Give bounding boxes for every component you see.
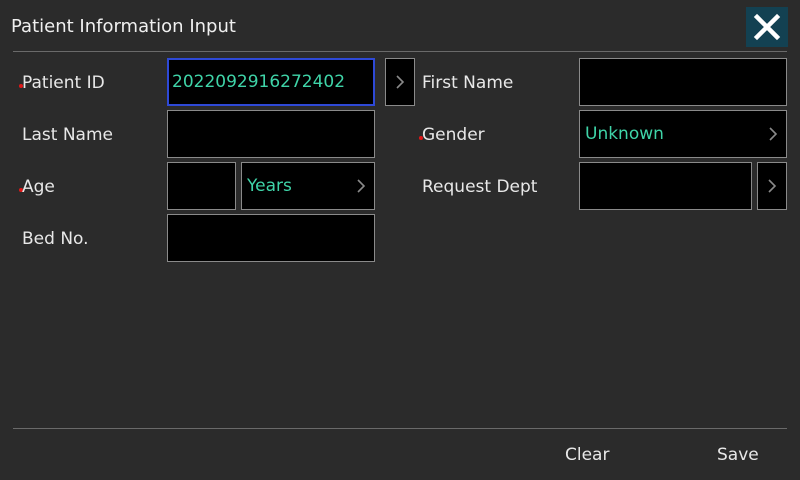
- patient-id-input[interactable]: 2022092916272402: [167, 58, 375, 106]
- patient-id-value: 2022092916272402: [172, 72, 346, 92]
- clear-button[interactable]: Clear: [565, 444, 609, 466]
- first-name-input[interactable]: [579, 58, 787, 106]
- gender-label: Gender: [422, 125, 485, 145]
- close-button[interactable]: [746, 7, 788, 47]
- patient-id-lookup-button[interactable]: [385, 58, 415, 106]
- patient-info-dialog: Patient Information Input Patient ID 202…: [0, 0, 800, 480]
- age-unit-select[interactable]: Years: [241, 162, 375, 210]
- gender-value: Unknown: [585, 124, 664, 144]
- bed-no-input[interactable]: [167, 214, 375, 262]
- save-button[interactable]: Save: [717, 444, 759, 466]
- request-dept-select-button[interactable]: [757, 162, 787, 210]
- first-name-label: First Name: [422, 73, 514, 93]
- footer-divider: [13, 428, 787, 429]
- request-dept-label: Request Dept: [422, 177, 538, 197]
- request-dept-input[interactable]: [579, 162, 752, 210]
- header-divider: [13, 51, 787, 52]
- age-unit-value: Years: [247, 176, 292, 196]
- patient-id-label: Patient ID: [22, 73, 105, 93]
- dialog-title: Patient Information Input: [11, 16, 236, 37]
- bed-no-label: Bed No.: [22, 229, 89, 249]
- close-icon: [753, 13, 781, 41]
- last-name-input[interactable]: [167, 110, 375, 158]
- last-name-label: Last Name: [22, 125, 113, 145]
- gender-select[interactable]: Unknown: [579, 110, 787, 158]
- chevron-right-icon: [396, 75, 405, 89]
- age-input[interactable]: [167, 162, 236, 210]
- chevron-right-icon: [768, 179, 777, 193]
- chevron-right-icon: [357, 179, 366, 193]
- age-label: Age: [22, 177, 55, 197]
- chevron-right-icon: [769, 127, 778, 141]
